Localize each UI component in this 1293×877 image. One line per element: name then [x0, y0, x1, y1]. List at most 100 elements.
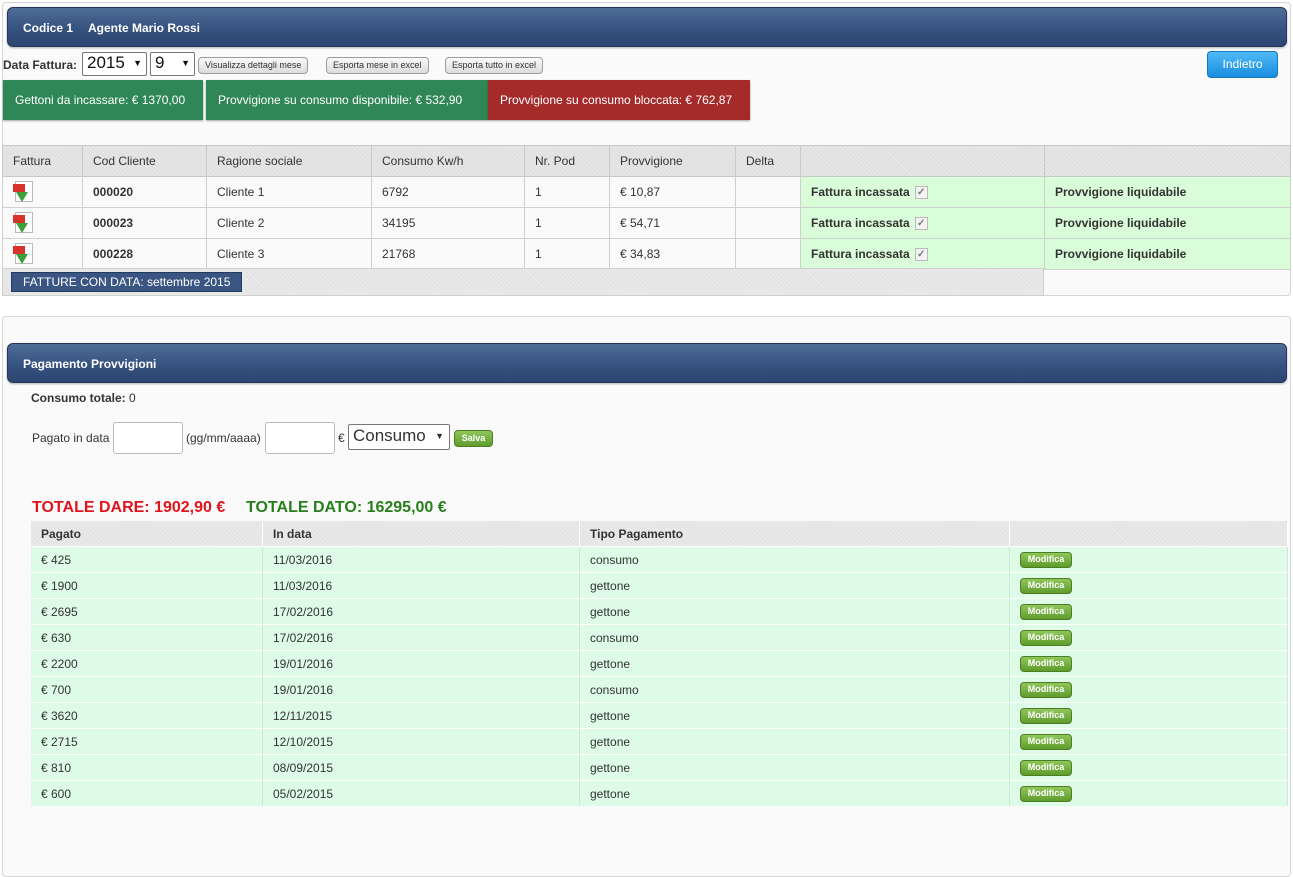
col-provvigione: Provvigione [609, 145, 736, 177]
payment-type-select[interactable]: Consumo ▼ [348, 424, 450, 450]
invoice-pdf-cell[interactable] [2, 176, 83, 208]
consumo-cell: 21768 [371, 238, 525, 270]
agent-name: Agente Mario Rossi [88, 21, 201, 35]
col-tipo-pagamento: Tipo Pagamento [579, 521, 1010, 547]
invoices-date-label: FATTURE CON DATA: settembre 2015 [11, 272, 243, 292]
payment-row: € 630 17/02/2016 consumo Modifica [31, 624, 1288, 651]
modifica-button[interactable]: Modifica [1020, 734, 1072, 750]
consumo-cell: 6792 [371, 176, 525, 208]
liquidabile-cell: Provvigione liquidabile [1044, 176, 1291, 208]
consumo-cell: 34195 [371, 207, 525, 239]
col-in-data: In data [262, 521, 580, 547]
tipo-pagamento-cell: gettone [579, 754, 1010, 781]
modifica-button[interactable]: Modifica [1020, 604, 1072, 620]
pdf-download-icon[interactable] [13, 243, 33, 265]
in-data-cell: 08/09/2015 [262, 754, 580, 781]
chevron-down-icon: ▼ [435, 431, 444, 441]
provvigione-bloccata-stat: Provvigione su consumo bloccata: € 762,8… [488, 80, 750, 120]
pdf-download-icon[interactable] [13, 212, 33, 234]
col-pagato: Pagato [31, 521, 263, 547]
actions-cell: Modifica [1009, 702, 1288, 729]
nr-pod-cell: 1 [524, 176, 610, 208]
pdf-download-icon[interactable] [13, 181, 33, 203]
in-data-cell: 12/11/2015 [262, 702, 580, 729]
view-month-details-button[interactable]: Visualizza dettagli mese [198, 57, 309, 74]
month-select[interactable]: 9 ▼ [150, 52, 195, 76]
pagato-cell: € 700 [31, 676, 263, 703]
invoices-table: Fattura Cod Cliente Ragione sociale Cons… [2, 145, 1291, 270]
delta-cell [735, 238, 801, 270]
in-data-cell: 12/10/2015 [262, 728, 580, 755]
tipo-pagamento-cell: gettone [579, 780, 1010, 806]
save-button[interactable]: Salva [454, 430, 493, 447]
provvigione-cell: € 10,87 [609, 176, 736, 208]
col-cod-cliente: Cod Cliente [82, 145, 207, 177]
col-fattura: Fattura [2, 145, 83, 177]
invoice-row: 000020 Cliente 1 6792 1 € 10,87 Fattura incas… [2, 176, 1291, 208]
provvigione-disponibile-stat: Provvigione su consumo disponibile: € 53… [206, 80, 488, 120]
in-data-cell: 17/02/2016 [262, 598, 580, 625]
provvigione-cell: € 34,83 [609, 238, 736, 270]
totale-dato: TOTALE DATO: 16295,00 € [246, 499, 447, 516]
delta-cell [735, 207, 801, 239]
date-format-hint: (gg/mm/aaaa) [186, 431, 261, 445]
invoice-pdf-cell[interactable] [2, 238, 83, 270]
invoice-pdf-cell[interactable] [2, 207, 83, 239]
consumo-totale-value: 0 [125, 391, 136, 405]
col-nr-pod: Nr. Pod [524, 145, 610, 177]
modifica-button[interactable]: Modifica [1020, 682, 1072, 698]
stato-label: Fattura incassata [811, 184, 910, 199]
tipo-pagamento-cell: gettone [579, 598, 1010, 625]
stato-cell: Fattura incassata ✓ [800, 176, 1045, 208]
pagato-cell: € 810 [31, 754, 263, 781]
tipo-pagamento-cell: consumo [579, 624, 1010, 651]
in-data-cell: 17/02/2016 [262, 624, 580, 651]
check-icon: ✓ [914, 248, 928, 262]
actions-cell: Modifica [1009, 780, 1288, 806]
delta-cell [735, 176, 801, 208]
pagato-cell: € 425 [31, 546, 263, 573]
modifica-button[interactable]: Modifica [1020, 656, 1072, 672]
in-data-cell: 05/02/2015 [262, 780, 580, 806]
export-month-excel-button[interactable]: Esporta mese in excel [326, 57, 429, 74]
liquidabile-cell: Provvigione liquidabile [1044, 207, 1291, 239]
modifica-button[interactable]: Modifica [1020, 786, 1072, 802]
invoice-row: 000228 Cliente 3 21768 1 € 34,83 Fattura inca… [2, 238, 1291, 270]
year-select[interactable]: 2015 ▼ [82, 52, 147, 76]
year-select-value: 2015 [87, 53, 125, 72]
in-data-cell: 11/03/2016 [262, 572, 580, 599]
actions-cell: Modifica [1009, 598, 1288, 625]
tipo-pagamento-cell: consumo [579, 676, 1010, 703]
euro-label: € [338, 431, 345, 445]
stato-cell: Fattura incassata ✓ [800, 238, 1045, 270]
payment-date-input[interactable] [113, 422, 183, 454]
payment-type-value: Consumo [353, 426, 426, 445]
tipo-pagamento-cell: gettone [579, 572, 1010, 599]
col-consumo: Consumo Kw/h [371, 145, 525, 177]
actions-cell: Modifica [1009, 546, 1288, 573]
back-button[interactable]: Indietro [1207, 51, 1278, 78]
modifica-button[interactable]: Modifica [1020, 578, 1072, 594]
modifica-button[interactable]: Modifica [1020, 760, 1072, 776]
col-stato [800, 145, 1045, 177]
payment-row: € 810 08/09/2015 gettone Modifica [31, 754, 1288, 781]
in-data-cell: 11/03/2016 [262, 546, 580, 573]
chevron-down-icon: ▼ [133, 58, 142, 68]
modifica-button[interactable]: Modifica [1020, 552, 1072, 568]
modifica-button[interactable]: Modifica [1020, 630, 1072, 646]
col-actions [1009, 521, 1288, 547]
col-delta: Delta [735, 145, 801, 177]
stato-label: Fattura incassata [811, 246, 910, 261]
modifica-button[interactable]: Modifica [1020, 708, 1072, 724]
payment-amount-input[interactable] [265, 422, 335, 454]
stato-label: Fattura incassata [811, 215, 910, 230]
liquidabile-cell: Provvigione liquidabile [1044, 238, 1291, 270]
export-all-excel-button[interactable]: Esporta tutto in excel [445, 57, 544, 74]
invoice-row: 000023 Cliente 2 34195 1 € 54,71 Fattura inca… [2, 207, 1291, 239]
agent-header-bar: Codice 1 Agente Mario Rossi [7, 7, 1287, 47]
payments-header-bar: Pagamento Provvigioni [7, 343, 1287, 383]
actions-cell: Modifica [1009, 676, 1288, 703]
payment-row: € 2200 19/01/2016 gettone Modifica [31, 650, 1288, 677]
stato-cell: Fattura incassata ✓ [800, 207, 1045, 239]
check-icon: ✓ [914, 217, 928, 231]
